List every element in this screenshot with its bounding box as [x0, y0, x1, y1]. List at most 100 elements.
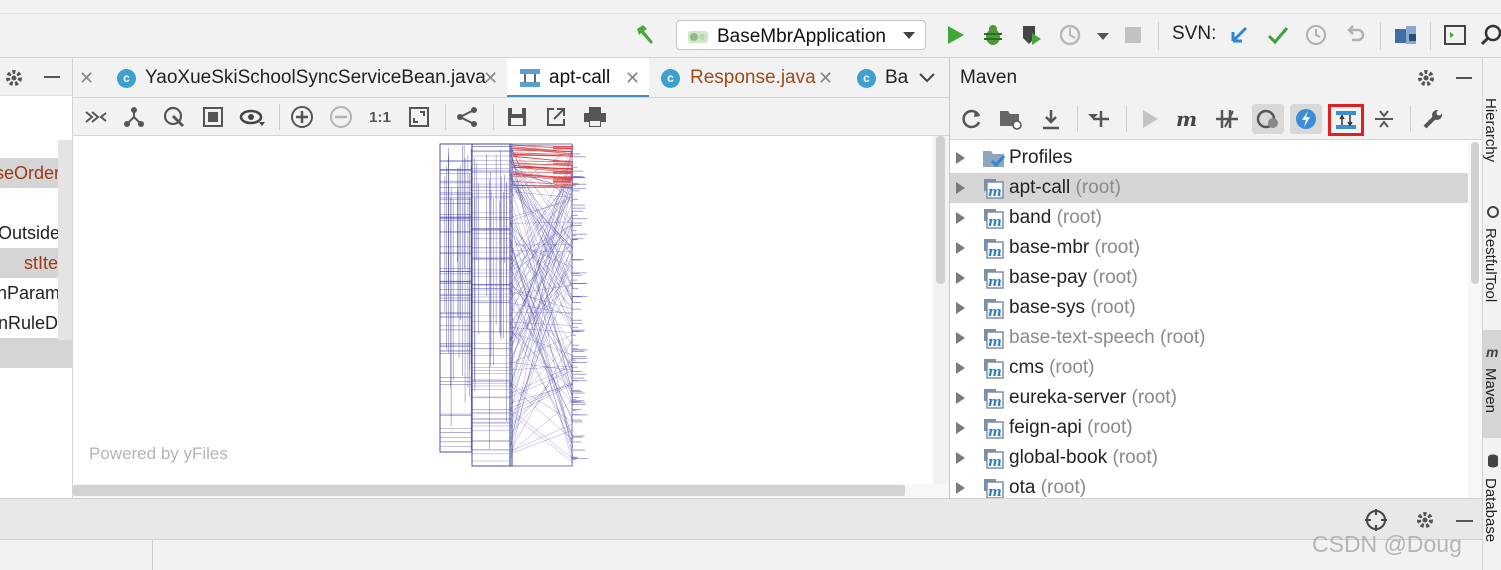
maven-tree-item[interactable]: m band (root) — [950, 203, 1470, 233]
run-icon[interactable] — [942, 22, 968, 48]
tab-restfultool[interactable]: RestfulTool — [1483, 198, 1501, 318]
layout-tree-icon[interactable] — [121, 104, 147, 130]
fit-content-icon[interactable] — [406, 104, 432, 130]
zoom-in-icon[interactable] — [289, 104, 315, 130]
zoom-out-icon[interactable] — [328, 104, 354, 130]
reload-icon[interactable] — [959, 106, 985, 132]
close-icon[interactable]: ✕ — [818, 58, 833, 97]
expand-arrow-icon[interactable] — [956, 482, 965, 494]
expand-arrow-icon[interactable] — [956, 272, 965, 284]
add-maven-project-icon[interactable] — [998, 106, 1024, 132]
svn-commit-icon[interactable] — [1265, 22, 1291, 48]
class-icon: c — [857, 69, 876, 88]
expand-arrow-icon[interactable] — [956, 392, 965, 404]
collapse-all-icon[interactable] — [1371, 106, 1397, 132]
expand-arrow-icon[interactable] — [956, 212, 965, 224]
maven-tree-item[interactable]: m base-pay (root) — [950, 263, 1470, 293]
expand-arrow-icon[interactable] — [956, 362, 965, 374]
lightning-icon[interactable] — [1290, 104, 1322, 134]
terminal-window-icon[interactable] — [1442, 22, 1468, 48]
project-tree-item-selected[interactable] — [0, 338, 72, 368]
project-panel-scrollbar[interactable] — [58, 140, 72, 340]
export-icon[interactable] — [543, 104, 569, 130]
maven-tree-item[interactable]: m cms (root) — [950, 353, 1470, 383]
download-icon[interactable] — [1038, 106, 1064, 132]
maven-tree-item[interactable]: m eureka-server (root) — [950, 383, 1470, 413]
minimize-icon[interactable] — [1456, 77, 1472, 79]
add-icon[interactable] — [1088, 106, 1114, 132]
search-everywhere-icon[interactable] — [1478, 22, 1501, 48]
share-icon[interactable] — [454, 104, 480, 130]
close-icon[interactable]: ✕ — [483, 58, 498, 97]
expand-arrow-icon[interactable] — [956, 182, 965, 194]
expand-arrow-icon[interactable] — [956, 152, 965, 164]
stop-icon[interactable] — [1120, 22, 1146, 48]
execute-maven-goal-icon[interactable]: m — [1175, 106, 1201, 132]
maven-tree-item-label: base-mbr (root) — [1009, 233, 1140, 263]
project-panel-header — [0, 58, 72, 96]
tab-response-java[interactable]: c Response.java ✕ — [651, 58, 841, 97]
close-icon[interactable]: ✕ — [625, 58, 640, 97]
run-maven-build-icon[interactable] — [1137, 106, 1163, 132]
profiler-dropdown-icon[interactable] — [1090, 24, 1116, 50]
expand-arrow-icon[interactable] — [956, 422, 965, 434]
expand-arrow-icon[interactable] — [956, 302, 965, 314]
project-structure-icon[interactable] — [1393, 22, 1419, 48]
minimize-icon[interactable] — [1456, 520, 1473, 522]
tab-apt-call[interactable]: apt-call ✕ — [507, 58, 649, 97]
maven-tree-item[interactable]: m ota (root) — [950, 473, 1470, 498]
tab-maven[interactable]: m Maven — [1483, 330, 1501, 438]
build-hammer-icon[interactable] — [632, 22, 658, 48]
navigate-icon[interactable] — [161, 104, 187, 130]
show-dependencies-icon[interactable] — [1328, 104, 1364, 136]
diagram-canvas[interactable]: Powered by yFiles — [73, 136, 933, 484]
maven-module-icon: m — [982, 299, 1004, 319]
dependency-graph[interactable] — [73, 136, 933, 484]
locate-target-icon[interactable] — [1363, 507, 1389, 533]
module-scope: (root) — [1040, 477, 1087, 498]
maven-tree-item[interactable]: m base-text-speech (root) — [950, 323, 1470, 353]
maven-tree-item[interactable]: m apt-call (root) — [950, 173, 1482, 203]
close-icon[interactable]: ✕ — [79, 58, 94, 97]
maven-tree-item[interactable]: Profiles — [950, 143, 1470, 173]
expand-arrow-icon[interactable] — [956, 332, 965, 344]
maven-tree-item[interactable]: m global-book (root) — [950, 443, 1470, 473]
run-configuration-select[interactable]: BaseMbrApplication — [676, 20, 926, 50]
tab-ba[interactable]: c Ba — [849, 58, 909, 97]
profiler-icon[interactable] — [1058, 22, 1084, 48]
maven-tree-item[interactable]: m feign-api (root) — [950, 413, 1470, 443]
minimize-icon[interactable] — [44, 76, 60, 78]
debug-bug-icon[interactable] — [980, 22, 1006, 48]
diagram-horizontal-scrollbar[interactable] — [73, 484, 949, 498]
expand-arrow-icon[interactable] — [956, 452, 965, 464]
maven-vertical-scrollbar[interactable] — [1468, 142, 1482, 498]
gear-icon[interactable] — [1416, 68, 1436, 88]
maven-tool-window: Maven m Profiles m apt-call (root) m ban… — [949, 58, 1482, 498]
eye-icon[interactable] — [239, 104, 265, 130]
tab-yaoxue-ski-school-sync[interactable]: c YaoXueSkiSchoolSyncServiceBean.java ✕ — [109, 58, 507, 97]
maven-tree-item[interactable]: m base-sys (root) — [950, 293, 1470, 323]
save-icon[interactable] — [504, 104, 530, 130]
print-icon[interactable] — [582, 104, 608, 130]
tabs-overflow-chevron-icon[interactable] — [919, 73, 935, 83]
rollback-icon[interactable] — [1342, 22, 1368, 48]
maven-tree-item[interactable]: m base-mbr (root) — [950, 233, 1470, 263]
diagram-vertical-scrollbar[interactable] — [933, 136, 948, 484]
actual-size-icon[interactable]: 1:1 — [367, 104, 393, 130]
svn-update-icon[interactable] — [1226, 22, 1252, 48]
maven-tree-item-label: Profiles — [1009, 143, 1072, 173]
gear-icon[interactable] — [4, 68, 24, 88]
class-icon: c — [117, 69, 136, 88]
gear-icon[interactable] — [1412, 507, 1438, 533]
run-with-coverage-icon[interactable] — [1018, 22, 1044, 48]
history-clock-icon[interactable] — [1303, 22, 1329, 48]
maven-module-icon: m — [982, 269, 1004, 289]
toggle-offline-mode-icon[interactable] — [1214, 106, 1240, 132]
skip-tests-icon[interactable] — [1252, 104, 1284, 134]
expand-arrow-icon[interactable] — [956, 242, 965, 254]
expand-nodes-icon[interactable] — [83, 104, 109, 130]
select-all-icon[interactable] — [200, 104, 226, 130]
wrench-settings-icon[interactable] — [1420, 106, 1446, 132]
tab-database[interactable]: Database — [1483, 448, 1501, 570]
tab-hierarchy[interactable]: Hierarchy — [1483, 58, 1501, 178]
